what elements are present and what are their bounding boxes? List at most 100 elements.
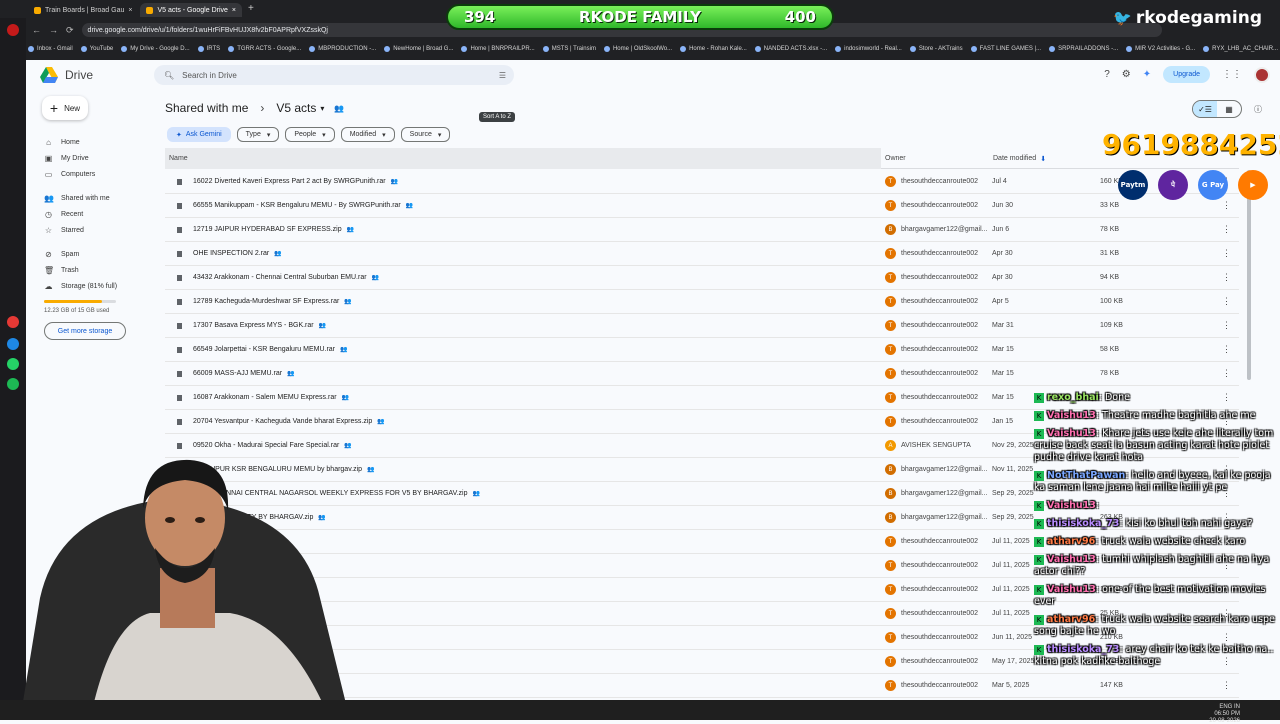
file-row[interactable]: 12789 Kacheguda-Murdeshwar SF Express.ra…: [165, 290, 1239, 314]
browser-tab-label: V5 acts - Google Drive: [157, 6, 228, 14]
more-actions-icon[interactable]: ⋮: [1222, 296, 1231, 307]
bookmark-item[interactable]: YouTube: [80, 46, 113, 52]
more-actions-icon[interactable]: ⋮: [1222, 368, 1231, 379]
owner-name: thesouthdeccanroute002: [901, 298, 979, 305]
grid-view-icon[interactable]: ▦: [1217, 101, 1241, 117]
sidebar-item[interactable]: ▣ My Drive: [40, 150, 150, 166]
more-actions-icon[interactable]: ⋮: [1222, 320, 1231, 331]
whatsapp-icon[interactable]: [7, 358, 19, 370]
bookmark-item[interactable]: IRTS: [197, 46, 220, 52]
bookmark-item[interactable]: My Drive - Google D...: [121, 46, 190, 52]
drive-search-box[interactable]: 🔍︎ Search in Drive ☰: [154, 65, 514, 85]
current-folder[interactable]: V5 acts ▾ 👥: [276, 101, 344, 115]
opera-icon[interactable]: [7, 24, 19, 36]
browser-tab[interactable]: V5 acts - Google Drive ×: [140, 3, 242, 17]
file-row[interactable]: 66555 Manikuppam - KSR Bengaluru MEMU - …: [165, 194, 1239, 218]
more-actions-icon[interactable]: ⋮: [1222, 272, 1231, 283]
more-actions-icon[interactable]: ⋮: [1222, 200, 1231, 211]
search-icon: 🔍︎: [164, 70, 175, 80]
sidebar-item[interactable]: ◷ Recent: [40, 206, 150, 222]
bookmark-item[interactable]: MIR V2 Activities - G...: [1126, 46, 1195, 52]
file-row[interactable]: 66549 Jolarpettai - KSR Bengaluru MEMU.r…: [165, 338, 1239, 362]
sidebar-item[interactable]: ▭ Computers: [40, 166, 150, 182]
file-list-scrollbar[interactable]: [1247, 170, 1251, 380]
type-filter-chip[interactable]: Type ▾: [236, 127, 280, 142]
bookmark-item[interactable]: MSTS | Trainsim: [542, 46, 596, 52]
account-avatar[interactable]: [1254, 66, 1270, 83]
forward-icon[interactable]: →: [49, 25, 58, 35]
chat-username: Vaishu13: [1047, 410, 1096, 421]
drive-logo[interactable]: Drive: [40, 67, 93, 83]
modified-filter-chip[interactable]: Modified ▾: [340, 127, 395, 142]
bookmark-item[interactable]: NewHome | Broad G...: [384, 46, 453, 52]
ask-gemini-chip[interactable]: ✦ Ask Gemini: [167, 127, 231, 142]
filter-options-icon[interactable]: ☰: [499, 71, 506, 80]
file-row[interactable]: 16022 Diverted Kaveri Express Part 2 act…: [165, 170, 1239, 194]
owner-name: AVISHEK SENGUPTA: [901, 442, 971, 449]
close-icon[interactable]: ×: [232, 7, 236, 14]
sidebar-item[interactable]: ⊘ Spam: [40, 246, 150, 262]
browser-tab[interactable]: Train Boards | Broad Gau ×: [28, 3, 138, 17]
bookmark-label: FAST LINE GAMES |...: [979, 46, 1042, 52]
reload-icon[interactable]: ⟳: [66, 25, 74, 36]
sidebar-item[interactable]: ☆ Starred: [40, 222, 150, 238]
sidebar-item-label: My Drive: [61, 154, 89, 162]
chevron-down-icon: ▾: [320, 103, 325, 113]
file-name-text: 17307 Basava Express MYS - BGK.rar: [193, 322, 314, 329]
bookmark-item[interactable]: Home | OldSkoolWo...: [603, 46, 672, 52]
kick-badge-icon: K: [1034, 429, 1044, 439]
sidebar-item[interactable]: ☁ Storage (81% full): [40, 278, 150, 294]
streamer-webcam: [20, 459, 350, 720]
bookmark-item[interactable]: SRPRAILADDONS -...: [1049, 46, 1118, 52]
file-row[interactable]: 12719 JAIPUR HYDERABAD SF EXPRESS.zip 👥 B…: [165, 218, 1239, 242]
bookmark-item[interactable]: Home | BNRPRAILPR...: [461, 46, 535, 52]
more-actions-icon[interactable]: ⋮: [1222, 248, 1231, 259]
more-actions-icon[interactable]: ⋮: [1222, 680, 1231, 691]
source-filter-chip[interactable]: Source ▾: [400, 127, 451, 142]
new-button[interactable]: + New: [42, 96, 88, 120]
back-icon[interactable]: ←: [32, 25, 41, 35]
bookmark-item[interactable]: NANDED ACTS.xlsx -...: [754, 46, 828, 52]
chat-message: K NotThatPawan: hello and byeee, kal ke p…: [1034, 470, 1278, 494]
bookmark-label: NANDED ACTS.xlsx -...: [763, 46, 828, 52]
file-row[interactable]: 17307 Basava Express MYS - BGK.rar 👥 T th…: [165, 314, 1239, 338]
date-modified-column-header[interactable]: Date modified ⬇: [993, 155, 1046, 163]
date-modified: Nov 11, 2025: [992, 466, 1034, 473]
file-row[interactable]: OHE INSPECTION 2.rar 👥 T thesouthdeccanro…: [165, 242, 1239, 266]
more-actions-icon[interactable]: ⋮: [1222, 224, 1231, 235]
bookmark-item[interactable]: Home - Rohan Kale...: [680, 46, 747, 52]
bookmark-item[interactable]: indosimworld - Real...: [835, 46, 902, 52]
people-filter-chip[interactable]: People ▾: [285, 127, 335, 142]
more-actions-icon[interactable]: ⋮: [1222, 344, 1231, 355]
settings-gear-icon[interactable]: ⚙: [1122, 69, 1131, 80]
bookmark-item[interactable]: FAST LINE GAMES |...: [970, 46, 1042, 52]
bookmark-item[interactable]: TGRR ACTS - Google...: [228, 46, 301, 52]
sidebar-item[interactable]: 👥 Shared with me: [40, 190, 150, 206]
help-icon[interactable]: ?: [1104, 69, 1110, 80]
spotify-icon[interactable]: [7, 378, 19, 390]
new-tab-icon[interactable]: +: [244, 3, 258, 19]
breadcrumb-shared-with-me[interactable]: Shared with me: [165, 101, 248, 115]
get-more-storage-button[interactable]: Get more storage: [44, 322, 126, 340]
bookmark-item[interactable]: Store - AKTrains: [909, 46, 963, 52]
info-icon[interactable]: ⓘ: [1254, 104, 1262, 115]
file-row[interactable]: 66009 MASS-AJJ MEMU.rar 👥 T thesouthdecca…: [165, 362, 1239, 386]
bookmark-item[interactable]: Inbox - Gmail: [28, 46, 73, 52]
chevron-down-icon: ▾: [437, 131, 442, 139]
file-row[interactable]: 43432 Arakkonam - Chennai Central Suburb…: [165, 266, 1239, 290]
apps-grid-icon[interactable]: ⋮⋮: [1222, 69, 1242, 80]
chat-message: K Vaishu13: Theatre madhe baghitla ahe me: [1034, 410, 1278, 422]
shared-icon: 👥: [377, 419, 385, 425]
list-view-icon[interactable]: ✓☰: [1193, 101, 1217, 117]
rail-app-icon[interactable]: [7, 316, 19, 328]
gemini-sparkle-icon[interactable]: ✦: [1143, 69, 1151, 80]
sidebar-item[interactable]: 🗑 Trash: [40, 262, 150, 278]
bookmark-item[interactable]: MBPRODUCTION -...: [309, 46, 376, 52]
close-icon[interactable]: ×: [128, 7, 132, 14]
upgrade-button[interactable]: Upgrade: [1163, 66, 1210, 83]
bookmark-favicon-icon: [121, 46, 128, 52]
bookmark-item[interactable]: RYX_LHB_AC_CHAIR...: [1203, 46, 1278, 52]
name-column-header[interactable]: Name: [169, 155, 188, 162]
sidebar-item[interactable]: ⌂ Home: [40, 134, 150, 150]
messenger-icon[interactable]: [7, 338, 19, 350]
